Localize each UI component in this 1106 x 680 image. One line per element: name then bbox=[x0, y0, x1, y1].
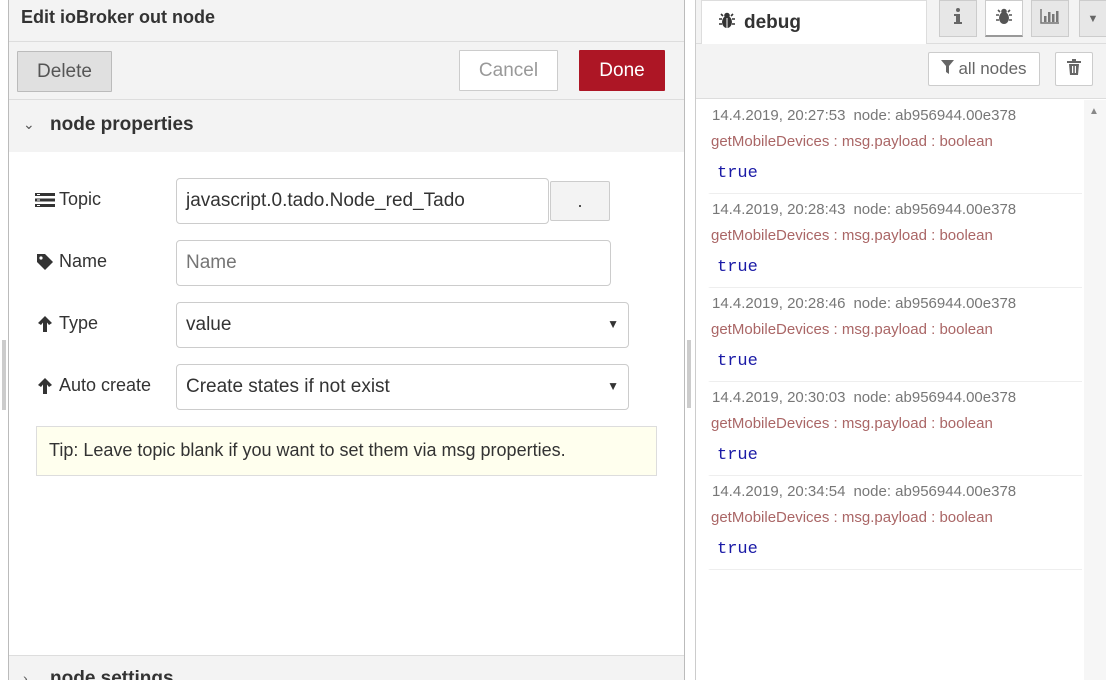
message-topic: getMobileDevices : msg.payload : boolean bbox=[711, 321, 993, 338]
arrow-up-icon bbox=[35, 377, 55, 395]
debug-toolbar: all nodes bbox=[696, 44, 1106, 99]
tray-title: Edit ioBroker out node bbox=[9, 0, 684, 42]
message-value: true bbox=[717, 540, 758, 559]
type-row: Type value ▼ bbox=[35, 302, 635, 348]
message-time: 14.4.2019, 20:34:54 bbox=[712, 483, 846, 500]
message-node-link[interactable]: node: ab956944.00e378 bbox=[853, 483, 1016, 500]
auto-create-select-value: Create states if not exist bbox=[186, 376, 390, 397]
debug-tab-button[interactable] bbox=[985, 0, 1023, 37]
message-meta: 14.4.2019, 20:27:53 node: ab956944.00e378 bbox=[712, 107, 1016, 124]
tag-icon bbox=[35, 253, 55, 271]
auto-create-label: Auto create bbox=[35, 375, 151, 396]
type-select-value: value bbox=[186, 314, 232, 335]
message-node-link[interactable]: node: ab956944.00e378 bbox=[853, 295, 1016, 312]
edit-tray: Edit ioBroker out node Delete Cancel Don… bbox=[8, 0, 685, 680]
left-splitter[interactable] bbox=[2, 340, 6, 410]
message-value: true bbox=[717, 164, 758, 183]
message-time: 14.4.2019, 20:30:03 bbox=[712, 389, 846, 406]
delete-button[interactable]: Delete bbox=[17, 51, 112, 92]
debug-message-list: 14.4.2019, 20:27:53 node: ab956944.00e378… bbox=[708, 100, 1082, 570]
message-node-link[interactable]: node: ab956944.00e378 bbox=[853, 107, 1016, 124]
type-label: Type bbox=[35, 313, 98, 334]
node-properties-header[interactable]: ⌄ node properties bbox=[9, 100, 684, 152]
name-row: Name bbox=[35, 240, 635, 286]
message-value: true bbox=[717, 446, 758, 465]
node-settings-label: node settings bbox=[50, 668, 174, 680]
message-meta: 14.4.2019, 20:28:46 node: ab956944.00e378 bbox=[712, 295, 1016, 312]
chevron-down-icon: ⌄ bbox=[23, 116, 35, 132]
filter-label: all nodes bbox=[958, 59, 1027, 78]
message-topic: getMobileDevices : msg.payload : boolean bbox=[711, 133, 993, 150]
type-select[interactable]: value ▼ bbox=[176, 302, 629, 348]
tab-debug[interactable]: debug bbox=[701, 0, 927, 44]
auto-create-select[interactable]: Create states if not exist ▼ bbox=[176, 364, 629, 410]
tray-toolbar: Delete Cancel Done bbox=[9, 42, 684, 100]
debug-message[interactable]: 14.4.2019, 20:28:46 node: ab956944.00e378… bbox=[708, 288, 1082, 382]
info-tab-button[interactable] bbox=[939, 0, 977, 37]
chevron-right-icon: › bbox=[23, 670, 28, 680]
topic-row: Topic javascript.0.tado.Node_red_Tado . bbox=[35, 178, 635, 224]
dashboard-tab-button[interactable] bbox=[1031, 0, 1069, 37]
message-topic: getMobileDevices : msg.payload : boolean bbox=[711, 227, 993, 244]
auto-create-label-text: Auto create bbox=[59, 375, 152, 395]
cancel-button[interactable]: Cancel bbox=[459, 50, 558, 91]
message-meta: 14.4.2019, 20:30:03 node: ab956944.00e378 bbox=[712, 389, 1016, 406]
message-meta: 14.4.2019, 20:28:43 node: ab956944.00e378 bbox=[712, 201, 1016, 218]
tab-menu-button[interactable]: ▼ bbox=[1079, 0, 1106, 37]
bar-chart-icon bbox=[1040, 8, 1060, 29]
message-time: 14.4.2019, 20:27:53 bbox=[712, 107, 846, 124]
message-time: 14.4.2019, 20:28:43 bbox=[712, 201, 846, 218]
node-settings-header[interactable]: › node settings bbox=[9, 655, 684, 680]
topic-label: Topic bbox=[35, 189, 101, 210]
message-value: true bbox=[717, 352, 758, 371]
tab-debug-label: debug bbox=[744, 11, 801, 33]
debug-message[interactable]: 14.4.2019, 20:28:43 node: ab956944.00e378… bbox=[708, 194, 1082, 288]
message-value: true bbox=[717, 258, 758, 277]
scrollbar[interactable]: ▲ bbox=[1084, 100, 1106, 680]
dropdown-arrow-icon: ▼ bbox=[607, 379, 619, 393]
debug-message[interactable]: 14.4.2019, 20:30:03 node: ab956944.00e378… bbox=[708, 382, 1082, 476]
chevron-down-icon: ▼ bbox=[1087, 12, 1099, 25]
debug-message[interactable]: 14.4.2019, 20:34:54 node: ab956944.00e378… bbox=[708, 476, 1082, 570]
scroll-up-icon[interactable]: ▲ bbox=[1089, 106, 1099, 117]
message-topic: getMobileDevices : msg.payload : boolean bbox=[711, 415, 993, 432]
clear-messages-button[interactable] bbox=[1055, 52, 1093, 86]
bug-icon bbox=[718, 11, 736, 35]
message-topic: getMobileDevices : msg.payload : boolean bbox=[711, 509, 993, 526]
topic-select-button[interactable]: . bbox=[550, 181, 610, 221]
debug-sidebar: debug ▼ all nodes 14.4.2019, 20:27:53 no… bbox=[695, 0, 1106, 680]
bug-icon bbox=[995, 7, 1013, 30]
name-label: Name bbox=[35, 251, 107, 272]
auto-create-row: Auto create Create states if not exist ▼ bbox=[35, 364, 635, 410]
message-meta: 14.4.2019, 20:34:54 node: ab956944.00e378 bbox=[712, 483, 1016, 500]
message-time: 14.4.2019, 20:28:46 bbox=[712, 295, 846, 312]
filter-icon bbox=[941, 59, 955, 79]
message-node-link[interactable]: node: ab956944.00e378 bbox=[853, 201, 1016, 218]
topic-label-text: Topic bbox=[59, 189, 102, 209]
type-label-text: Type bbox=[59, 313, 99, 333]
node-properties-label: node properties bbox=[50, 114, 194, 135]
arrow-up-icon bbox=[35, 315, 55, 333]
name-input[interactable] bbox=[176, 240, 611, 286]
tasks-icon bbox=[35, 192, 55, 208]
dropdown-arrow-icon: ▼ bbox=[607, 317, 619, 331]
trash-icon bbox=[1067, 58, 1081, 80]
name-label-text: Name bbox=[59, 251, 108, 271]
message-node-link[interactable]: node: ab956944.00e378 bbox=[853, 389, 1016, 406]
done-button[interactable]: Done bbox=[579, 50, 665, 91]
filter-all-nodes-button[interactable]: all nodes bbox=[928, 52, 1040, 86]
tip-box: Tip: Leave topic blank if you want to se… bbox=[36, 426, 657, 476]
debug-message[interactable]: 14.4.2019, 20:27:53 node: ab956944.00e378… bbox=[708, 100, 1082, 194]
info-icon bbox=[953, 7, 963, 30]
sidebar-splitter[interactable] bbox=[687, 340, 691, 408]
topic-input[interactable]: javascript.0.tado.Node_red_Tado bbox=[176, 178, 549, 224]
sidebar-tabbar: debug ▼ bbox=[696, 0, 1106, 44]
